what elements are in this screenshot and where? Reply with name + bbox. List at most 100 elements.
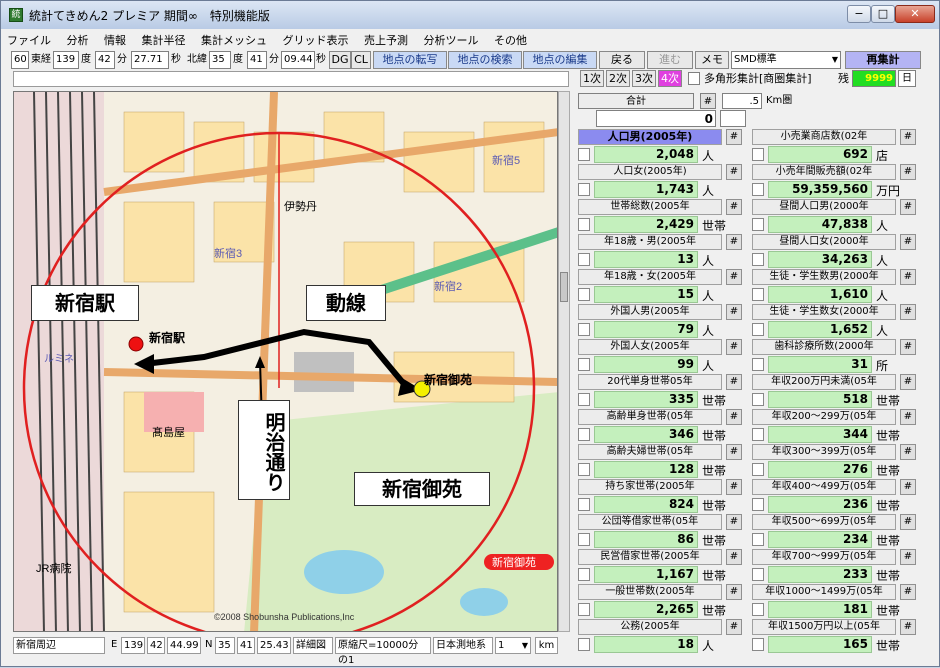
- stat-hash-button[interactable]: #: [900, 269, 916, 285]
- stat-checkbox[interactable]: [578, 183, 590, 196]
- stat-name[interactable]: 年18歳・男(2005年: [578, 234, 722, 250]
- stat-hash-button[interactable]: #: [900, 304, 916, 320]
- stat-name[interactable]: 生徒・学生数女(2000年: [752, 304, 896, 320]
- stat-name[interactable]: 年収200万円未満(05年: [752, 374, 896, 390]
- stat-name[interactable]: 歯科診療所数(2000年: [752, 339, 896, 355]
- stat-checkbox[interactable]: [752, 568, 764, 581]
- stat-name[interactable]: 年18歳・女(2005年: [578, 269, 722, 285]
- stat-name[interactable]: 年収400〜499万(05年: [752, 479, 896, 495]
- stat-hash-button[interactable]: #: [900, 339, 916, 355]
- stat-hash-button[interactable]: #: [726, 374, 742, 390]
- transfer-point-button[interactable]: 地点の転写: [373, 51, 447, 69]
- order2-button[interactable]: 2次: [606, 70, 630, 87]
- stat-name[interactable]: 20代単身世帯05年: [578, 374, 722, 390]
- menu-tools[interactable]: 分析ツール: [418, 30, 485, 50]
- order3-button[interactable]: 3次: [632, 70, 656, 87]
- menu-grid[interactable]: グリッド表示: [277, 30, 355, 50]
- stat-name[interactable]: 一般世帯数(2005年: [578, 584, 722, 600]
- stat-hash-button[interactable]: #: [726, 444, 742, 460]
- stat-name[interactable]: 外国人女(2005年: [578, 339, 722, 355]
- lat-min-field[interactable]: 41: [247, 51, 267, 69]
- stat-checkbox[interactable]: [578, 393, 590, 406]
- forward-button[interactable]: 進む: [647, 51, 693, 69]
- unit-select[interactable]: 1 ▼: [495, 637, 531, 654]
- stat-checkbox[interactable]: [752, 463, 764, 476]
- stat-checkbox[interactable]: [752, 533, 764, 546]
- stat-checkbox[interactable]: [578, 568, 590, 581]
- stat-name[interactable]: 年収700〜999万(05年: [752, 549, 896, 565]
- stat-name[interactable]: 年収300〜399万(05年: [752, 444, 896, 460]
- stat-name[interactable]: 生徒・学生数男(2000年: [752, 269, 896, 285]
- stat-hash-button[interactable]: #: [900, 584, 916, 600]
- stat-name[interactable]: 公務(2005年: [578, 619, 722, 635]
- lat-sec-field[interactable]: 09.44: [281, 51, 315, 69]
- menu-info[interactable]: 情報: [98, 30, 132, 50]
- menu-mesh[interactable]: 集計メッシュ: [195, 30, 273, 50]
- stat-hash-button[interactable]: #: [726, 549, 742, 565]
- stat-hash-button[interactable]: #: [726, 164, 742, 180]
- order1-button[interactable]: 1次: [580, 70, 604, 87]
- stat-name[interactable]: 小売年間販売額(02年: [752, 164, 896, 180]
- edit-point-button[interactable]: 地点の編集: [523, 51, 597, 69]
- stat-hash-button[interactable]: #: [900, 129, 916, 145]
- stat-name[interactable]: 外国人男(2005年: [578, 304, 722, 320]
- lon-small-field[interactable]: 60: [11, 51, 29, 69]
- stat-checkbox[interactable]: [752, 358, 764, 371]
- map-canvas[interactable]: 新宿駅 新宿御苑 髙島屋 伊勢丹 新宿3 新宿2 新宿5 ルミネ JR病院 新宿…: [14, 92, 558, 632]
- stat-name[interactable]: 持ち家世帯(2005年: [578, 479, 722, 495]
- map-view[interactable]: 新宿駅 新宿御苑 髙島屋 伊勢丹 新宿3 新宿2 新宿5 ルミネ JR病院 新宿…: [13, 91, 558, 632]
- stat-name[interactable]: 人口女(2005年): [578, 164, 722, 180]
- stat-name[interactable]: 年収200〜299万(05年: [752, 409, 896, 425]
- lat-deg-field[interactable]: 35: [209, 51, 231, 69]
- dg-button[interactable]: DG: [329, 51, 351, 69]
- menu-other[interactable]: その他: [488, 30, 533, 50]
- stat-checkbox[interactable]: [578, 323, 590, 336]
- stat-hash-button[interactable]: #: [726, 129, 742, 145]
- recalc-button[interactable]: 再集計: [845, 51, 921, 69]
- stat-checkbox[interactable]: [752, 603, 764, 616]
- stat-checkbox[interactable]: [578, 288, 590, 301]
- stat-name[interactable]: 年収1000〜1499万(05年: [752, 584, 896, 600]
- stat-name[interactable]: 民営借家世帯(2005年: [578, 549, 722, 565]
- stat-name[interactable]: 人口男(2005年): [578, 129, 722, 145]
- menu-sales-forecast[interactable]: 売上予測: [358, 30, 414, 50]
- stat-hash-button[interactable]: #: [900, 374, 916, 390]
- memo-button[interactable]: メモ: [695, 51, 729, 69]
- stat-checkbox[interactable]: [578, 533, 590, 546]
- stat-hash-button[interactable]: #: [726, 514, 742, 530]
- stat-checkbox[interactable]: [752, 393, 764, 406]
- stat-hash-button[interactable]: #: [900, 514, 916, 530]
- stat-hash-button[interactable]: #: [900, 444, 916, 460]
- stat-hash-button[interactable]: #: [900, 619, 916, 635]
- stat-checkbox[interactable]: [752, 288, 764, 301]
- stat-checkbox[interactable]: [752, 148, 764, 161]
- map-scrollbar[interactable]: [558, 91, 570, 632]
- lon-deg-field[interactable]: 139: [53, 51, 79, 69]
- search-point-button[interactable]: 地点の検索: [448, 51, 522, 69]
- cl-button[interactable]: CL: [351, 51, 371, 69]
- stat-name[interactable]: 昼間人口女(2000年: [752, 234, 896, 250]
- minimize-button[interactable]: −: [847, 5, 871, 23]
- stat-name[interactable]: 世帯総数(2005年: [578, 199, 722, 215]
- stat-hash-button[interactable]: #: [726, 269, 742, 285]
- stat-hash-button[interactable]: #: [726, 234, 742, 250]
- order4-button[interactable]: 4次: [658, 70, 682, 87]
- style-select[interactable]: SMD標準 ▼: [731, 51, 841, 69]
- stat-checkbox[interactable]: [578, 218, 590, 231]
- stat-checkbox[interactable]: [752, 323, 764, 336]
- stat-checkbox[interactable]: [578, 603, 590, 616]
- stat-name[interactable]: 公団等借家世帯(05年: [578, 514, 722, 530]
- stat-name[interactable]: 小売業商店数(02年: [752, 129, 896, 145]
- back-button[interactable]: 戻る: [599, 51, 645, 69]
- stat-hash-button[interactable]: #: [726, 619, 742, 635]
- stat-hash-button[interactable]: #: [726, 304, 742, 320]
- stat-checkbox[interactable]: [752, 183, 764, 196]
- stat-checkbox[interactable]: [752, 638, 764, 651]
- stat-checkbox[interactable]: [752, 253, 764, 266]
- stat-checkbox[interactable]: [578, 148, 590, 161]
- stat-hash-button[interactable]: #: [900, 234, 916, 250]
- total-hash-button[interactable]: #: [700, 93, 716, 109]
- stat-name[interactable]: 年収1500万円以上(05年: [752, 619, 896, 635]
- stat-hash-button[interactable]: #: [726, 339, 742, 355]
- stat-hash-button[interactable]: #: [900, 479, 916, 495]
